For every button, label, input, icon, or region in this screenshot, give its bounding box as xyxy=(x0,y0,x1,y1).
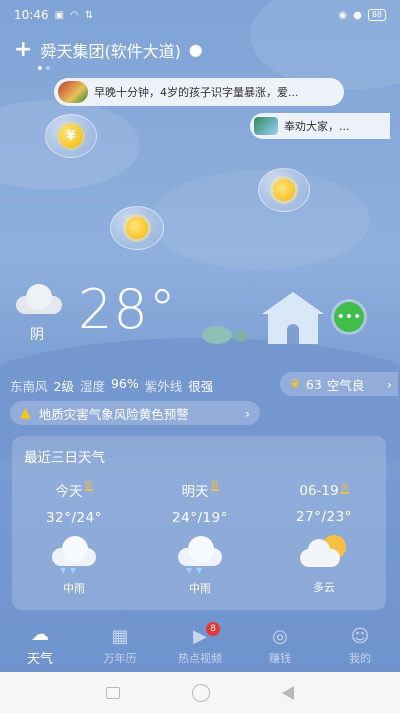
day-condition: 多云 xyxy=(313,581,335,594)
rain-cloud-icon: ▼▼ xyxy=(176,536,224,575)
forecast-title: 最近三日天气 xyxy=(24,450,105,466)
news-headline[interactable]: 奉劝大家，... xyxy=(284,118,350,134)
forecast-day[interactable]: 明天良 24°/19° ▼▼ 中雨 xyxy=(150,480,250,596)
eye-coin-icon: ◎ xyxy=(272,625,288,647)
status-time: 10:46 xyxy=(14,8,49,22)
forecast-card[interactable]: 最近三日天气 今天良 32°/24° ▼▼ 中雨 明天良 24°/19° ▼▼ … xyxy=(12,436,386,610)
wind-value: 2级 xyxy=(53,379,74,394)
day-temperature: 24°/19° xyxy=(172,510,228,526)
rain-cloud-icon: ▼▼ xyxy=(50,536,98,575)
coin-icon: ¥ xyxy=(59,124,83,148)
chat-bubble-icon: ••• xyxy=(336,309,362,325)
news-thumbnail xyxy=(58,81,88,103)
tab-earn[interactable]: ◎ 赚钱 xyxy=(240,620,320,672)
news-ticker[interactable]: 早晚十分钟，4岁的孩子识字量暴涨，爱... xyxy=(54,78,344,106)
day-name: 今天 xyxy=(55,484,83,500)
weather-icon: ☁ xyxy=(31,624,49,645)
tab-hot-videos[interactable]: ▶ 8 热点视频 xyxy=(160,620,240,672)
sun-coin-icon xyxy=(273,179,295,201)
page-indicator xyxy=(38,66,50,70)
tab-label: 我的 xyxy=(349,651,371,665)
news-headline[interactable]: 早晚十分钟，4岁的孩子识字量暴涨，爱... xyxy=(94,84,299,100)
air-quality-tag: 良 xyxy=(210,480,219,491)
bush-illustration xyxy=(234,330,248,342)
current-condition: 阴 xyxy=(30,327,44,343)
forecast-day[interactable]: 06-19 良 27°/23° 多云 xyxy=(274,480,374,595)
video-icon: ▶ xyxy=(193,625,207,647)
profile-icon: ☺ xyxy=(350,625,370,647)
air-quality-tag: 良 xyxy=(340,483,349,494)
coin-bubble[interactable]: ¥ xyxy=(45,114,97,158)
tab-label: 天气 xyxy=(26,652,53,667)
aqi-label: 空气良 xyxy=(326,377,365,393)
chat-button[interactable]: ••• xyxy=(334,302,364,332)
partly-cloudy-icon xyxy=(300,535,348,573)
news-thumbnail xyxy=(254,117,278,135)
warning-text: 地质灾害气象风险黄色预警 xyxy=(38,406,189,422)
tab-calendar[interactable]: ▦ 万年历 xyxy=(80,620,160,672)
weather-details: 东南风 2级 湿度 96% 紫外线 很强 xyxy=(10,376,213,395)
leaf-icon: ❦ xyxy=(290,376,301,392)
message-icon: ▣ xyxy=(54,9,65,21)
weather-warning-banner[interactable]: ▲ 地质灾害气象风险黄色预警 › xyxy=(10,401,260,425)
warning-icon: ▲ xyxy=(20,405,31,421)
location-header[interactable]: + 舜天集团(软件大道) ⬤ xyxy=(14,38,202,62)
sun-bubble[interactable] xyxy=(110,206,164,250)
aqi-value: 63 xyxy=(305,376,322,392)
tab-weather[interactable]: ☁ 天气 xyxy=(0,620,80,672)
wifi-icon: ◠ xyxy=(70,9,79,21)
battery-icon: 88 xyxy=(367,9,386,21)
sun-coin-icon xyxy=(126,217,148,239)
chevron-right-icon: › xyxy=(387,376,392,392)
day-condition: 中雨 xyxy=(63,582,85,595)
sun-bubble[interactable] xyxy=(258,168,310,212)
notification-badge: 8 xyxy=(206,622,220,636)
day-temperature: 32°/24° xyxy=(46,510,102,526)
humidity-value: 96% xyxy=(110,376,139,391)
location-pin-icon: ⬤ xyxy=(188,43,203,57)
day-name: 06-19 xyxy=(299,483,339,499)
day-temperature: 27°/23° xyxy=(296,509,352,525)
overcast-icon xyxy=(16,284,64,314)
system-navigation-bar xyxy=(0,672,400,713)
tab-profile[interactable]: ☺ 我的 xyxy=(320,620,400,672)
calendar-icon: ▦ xyxy=(111,625,129,647)
status-bar: 10:46 ▣ ◠ ⇅ ◉ ● 88 xyxy=(0,0,400,30)
day-condition: 中雨 xyxy=(189,582,211,595)
recent-apps-button[interactable] xyxy=(106,686,120,699)
uv-value: 很强 xyxy=(188,379,214,394)
back-button[interactable] xyxy=(282,685,294,700)
eye-icon: ◉ xyxy=(338,9,348,21)
tab-label: 赚钱 xyxy=(269,651,291,665)
bush-illustration xyxy=(202,326,232,344)
tab-label: 热点视频 xyxy=(178,651,222,665)
forecast-day[interactable]: 今天良 32°/24° ▼▼ 中雨 xyxy=(24,480,124,596)
uv-label: 紫外线 xyxy=(144,379,183,394)
day-name: 明天 xyxy=(181,484,209,500)
current-temperature: 28° xyxy=(78,278,177,341)
weather-screen: 10:46 ▣ ◠ ⇅ ◉ ● 88 + 舜天集团(软件大道) ⬤ 早晚十分钟，… xyxy=(0,0,400,672)
location-icon: ● xyxy=(353,9,362,21)
humidity-label: 湿度 xyxy=(79,379,105,394)
chevron-right-icon: › xyxy=(245,405,250,421)
location-name[interactable]: 舜天集团(软件大道) xyxy=(40,38,181,62)
air-quality-button[interactable]: ❦ 63 空气良 › xyxy=(280,372,398,396)
bottom-tab-bar: ☁ 天气 ▦ 万年历 ▶ 8 热点视频 ◎ 赚钱 ☺ 我的 xyxy=(0,620,400,672)
air-quality-tag: 良 xyxy=(84,480,93,491)
house-illustration xyxy=(262,292,324,344)
tab-label: 万年历 xyxy=(103,651,137,665)
add-city-icon[interactable]: + xyxy=(14,39,32,61)
home-button[interactable] xyxy=(192,683,210,702)
wind-label: 东南风 xyxy=(10,379,48,394)
news-ticker-secondary[interactable]: 奉劝大家，... xyxy=(250,113,390,139)
data-icon: ⇅ xyxy=(84,9,94,21)
